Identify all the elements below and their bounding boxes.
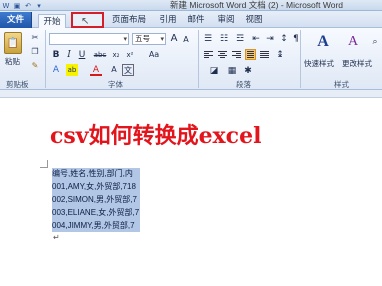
char-shading-button[interactable]: A bbox=[108, 64, 120, 76]
tab-mailings[interactable]: 邮件 bbox=[184, 13, 208, 27]
font-group-label: 字体 bbox=[108, 80, 123, 89]
shrink-font-button[interactable]: A bbox=[180, 34, 192, 46]
tab-insert[interactable]: ↖ bbox=[71, 12, 104, 28]
text-effects-icon[interactable]: A bbox=[50, 64, 62, 76]
underline-button[interactable]: U bbox=[76, 49, 88, 61]
paste-icon[interactable]: 📋 bbox=[4, 32, 22, 54]
overlay-headline: csv如何转换成excel bbox=[50, 123, 262, 149]
subscript-button[interactable]: x₂ bbox=[110, 49, 122, 61]
shading-icon[interactable]: ◪ bbox=[208, 65, 220, 77]
numbering-icon[interactable]: ☷ bbox=[218, 33, 230, 45]
strikethrough-button[interactable]: abc bbox=[92, 49, 108, 61]
cursor-icon: ↖ bbox=[81, 16, 90, 27]
chevron-down-icon: ▾ bbox=[160, 35, 164, 43]
save-icon[interactable]: ▣ bbox=[13, 2, 21, 10]
distributed-icon[interactable] bbox=[259, 49, 270, 60]
group-divider bbox=[45, 30, 46, 88]
tab-file[interactable]: 文件 bbox=[0, 12, 32, 28]
copy-icon[interactable]: ❐ bbox=[30, 46, 40, 56]
margin-corner-mark bbox=[40, 160, 48, 168]
char-border-button[interactable]: 文 bbox=[122, 64, 134, 76]
csv-line[interactable]: 004,JIMMY,男,外贸部,7 bbox=[52, 220, 140, 232]
justify-icon[interactable] bbox=[245, 49, 256, 60]
quick-styles-icon[interactable]: A bbox=[312, 32, 334, 52]
line-spacing-icon[interactable]: ↨ bbox=[274, 49, 286, 61]
undo-icon[interactable]: ↶ bbox=[24, 2, 32, 10]
group-divider bbox=[300, 30, 301, 88]
styles-group-label: 样式 bbox=[334, 80, 349, 89]
title-bar: W ▣ ↶ ▾ 新建 Microsoft Word 文档 (2) - Micro… bbox=[0, 0, 382, 11]
grow-font-button[interactable]: A bbox=[168, 33, 180, 45]
tab-page-layout[interactable]: 页面布局 bbox=[108, 13, 150, 27]
font-color-button[interactable]: A bbox=[90, 64, 102, 76]
multilevel-list-icon[interactable]: ☲ bbox=[234, 33, 246, 45]
tab-view[interactable]: 视图 bbox=[242, 13, 266, 27]
font-name-select[interactable]: ▾ bbox=[49, 33, 129, 45]
align-left-icon[interactable] bbox=[203, 49, 214, 60]
paragraph-group-label: 段落 bbox=[236, 80, 251, 89]
editing-icon[interactable]: ⌕ bbox=[370, 36, 380, 48]
borders-icon[interactable]: ▦ bbox=[226, 65, 238, 77]
font-size-select[interactable]: 五号 ▾ bbox=[132, 33, 166, 45]
bullets-icon[interactable]: ☰ bbox=[202, 33, 214, 45]
selected-text-block[interactable]: 编号,姓名,性别,部门,内 001,AMY,女,外贸部,718 002,SIMO… bbox=[52, 168, 140, 232]
word-icon[interactable]: W bbox=[2, 2, 10, 10]
italic-button[interactable]: I bbox=[63, 49, 75, 61]
chevron-down-icon: ▾ bbox=[123, 35, 127, 43]
paragraph-mark: ↵ bbox=[53, 233, 60, 242]
ribbon: 📋 粘贴 ✂ ❐ ✎ 剪贴板 ▾ 五号 ▾ A A B I U abc x₂ x… bbox=[0, 28, 382, 90]
increase-indent-icon[interactable]: ⇥ bbox=[264, 33, 276, 45]
font-size-value: 五号 bbox=[135, 34, 150, 43]
tab-home[interactable]: 开始 bbox=[38, 14, 66, 29]
decrease-indent-icon[interactable]: ⇤ bbox=[250, 33, 262, 45]
cut-icon[interactable]: ✂ bbox=[30, 32, 40, 42]
tab-review[interactable]: 审阅 bbox=[214, 13, 238, 27]
change-styles-icon[interactable]: A bbox=[342, 32, 364, 52]
group-divider bbox=[198, 30, 199, 88]
superscript-button[interactable]: x² bbox=[124, 49, 136, 61]
change-case-button[interactable]: Aa bbox=[148, 49, 160, 61]
clipboard-group-label: 剪贴板 bbox=[6, 80, 29, 89]
window-title: 新建 Microsoft Word 文档 (2) - Microsoft Wor… bbox=[170, 0, 344, 10]
csv-line[interactable]: 编号,姓名,性别,部门,内 bbox=[52, 168, 140, 180]
csv-line[interactable]: 001,AMY,女,外贸部,718 bbox=[52, 181, 140, 193]
quick-styles-label[interactable]: 快速样式 bbox=[304, 58, 334, 69]
csv-line[interactable]: 003,ELIANE,女,外贸部,7 bbox=[52, 207, 140, 219]
highlight-button[interactable]: ab bbox=[66, 64, 78, 76]
align-center-icon[interactable] bbox=[217, 49, 228, 60]
ribbon-tab-row: 文件 开始 ↖ 页面布局 引用 邮件 审阅 视图 bbox=[0, 11, 382, 29]
csv-line[interactable]: 002,SIMON,男,外贸部,7 bbox=[52, 194, 140, 206]
dropdown-icon[interactable]: ▾ bbox=[35, 2, 43, 10]
align-right-icon[interactable] bbox=[231, 49, 242, 60]
change-styles-label[interactable]: 更改样式 bbox=[342, 58, 372, 69]
paste-label[interactable]: 粘贴 bbox=[5, 56, 20, 67]
ruler bbox=[0, 90, 382, 98]
format-painter-icon[interactable]: ✎ bbox=[30, 60, 40, 70]
sort-icon[interactable]: ↕ bbox=[278, 33, 290, 45]
bold-button[interactable]: B bbox=[50, 49, 62, 61]
tab-references[interactable]: 引用 bbox=[156, 13, 180, 27]
quick-access-toolbar: W ▣ ↶ ▾ bbox=[2, 1, 43, 10]
chinese-layout-icon[interactable]: ✱ bbox=[242, 65, 254, 77]
